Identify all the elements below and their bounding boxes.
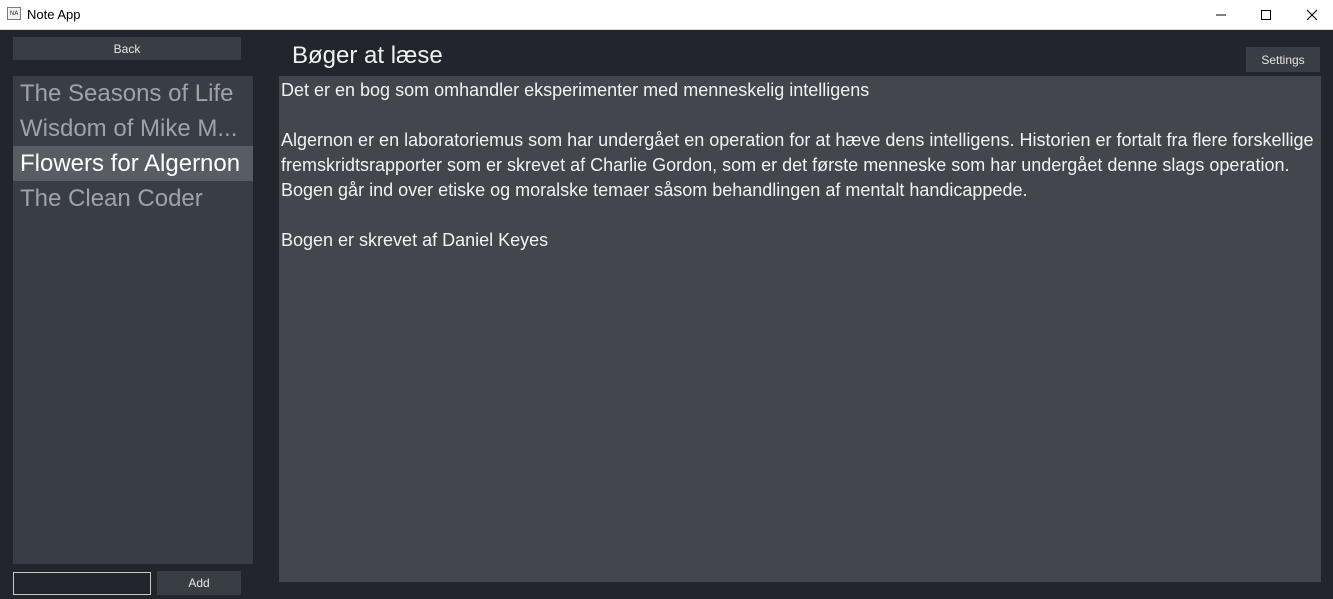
close-icon [1306,9,1318,20]
note-list-item[interactable]: The Clean Coder [13,181,253,216]
note-title[interactable]: Bøger at læse [292,42,443,70]
note-body-editor[interactable]: Det er en bog som omhandler eksperimente… [279,76,1321,582]
minimize-icon [1216,14,1226,15]
note-paragraph: Det er en bog som omhandler eksperimente… [281,80,870,100]
note-list-item[interactable]: The Seasons of Life [13,76,253,111]
app-icon: NA [7,7,21,20]
back-button[interactable]: Back [13,37,241,60]
note-list-item[interactable]: Wisdom of Mike M... [13,111,253,146]
maximize-button[interactable] [1243,0,1289,29]
close-button[interactable] [1289,0,1333,29]
note-list-item-selected[interactable]: Flowers for Algernon [13,146,253,181]
minimize-button[interactable] [1198,0,1244,29]
maximize-icon [1261,9,1271,20]
title-bar: NA Note App [0,0,1333,30]
new-note-input[interactable] [13,572,151,595]
note-paragraph: Bogen er skrevet af Daniel Keyes [281,230,549,250]
app-window: NA Note App Back The Seasons of Life Wis… [0,0,1333,599]
window-title: Note App [27,7,81,22]
note-paragraph: Algernon er en laboratoriemus som har un… [281,130,1314,200]
settings-button[interactable]: Settings [1246,47,1320,72]
note-list: The Seasons of Life Wisdom of Mike M... … [13,76,253,564]
add-note-button[interactable]: Add [157,571,241,595]
